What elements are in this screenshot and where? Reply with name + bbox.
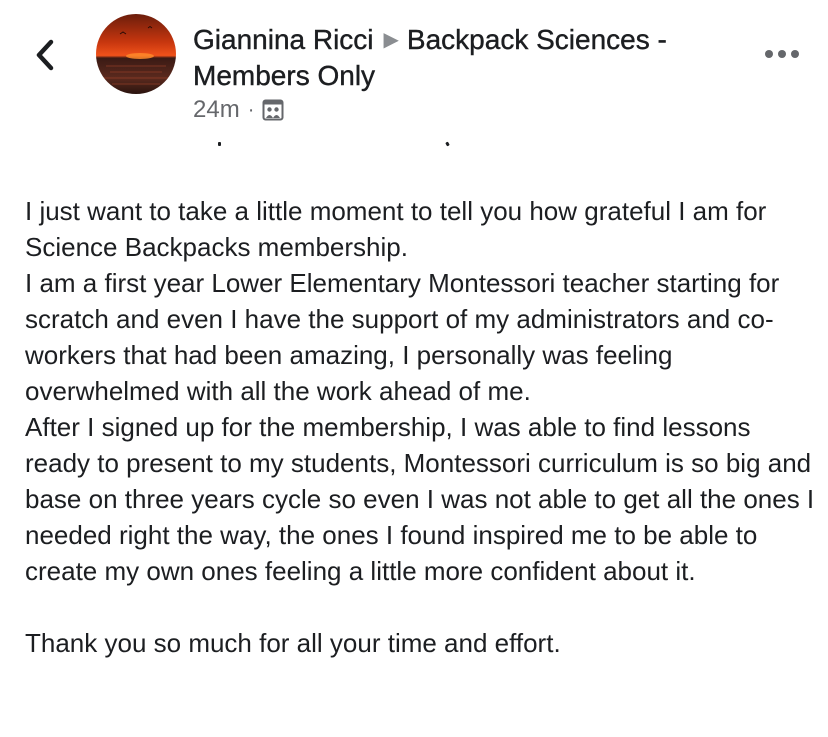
back-button[interactable] xyxy=(30,38,60,72)
members-group-icon xyxy=(262,99,284,121)
clipped-text-line xyxy=(0,140,828,156)
author-name[interactable]: Giannina Ricci xyxy=(193,24,374,55)
post-paragraph: Thank you so much for all your time and … xyxy=(25,628,561,658)
more-horizontal-icon xyxy=(765,50,799,58)
post-paragraph: After I signed up for the membership, I … xyxy=(25,412,815,586)
play-arrow-icon: ▶ xyxy=(383,29,399,51)
separator-dot: · xyxy=(247,98,255,121)
avatar[interactable] xyxy=(96,14,176,94)
post-paragraph: I am a first year Lower Elementary Monte… xyxy=(25,268,780,406)
chevron-left-icon xyxy=(36,39,54,71)
post-body: I just want to take a little moment to t… xyxy=(25,193,815,661)
post-meta: 24m · xyxy=(193,96,284,124)
post-timestamp[interactable]: 24m xyxy=(193,96,240,124)
post-header: Giannina Ricci ▶ Backpack Sciences - Membe… xyxy=(0,0,828,140)
post-title: Giannina Ricci ▶ Backpack Sciences - Membe… xyxy=(193,22,733,93)
post-paragraph: I just want to take a little moment to t… xyxy=(25,196,767,262)
sunset-avatar-image xyxy=(96,14,176,94)
more-options-button[interactable] xyxy=(762,44,802,64)
